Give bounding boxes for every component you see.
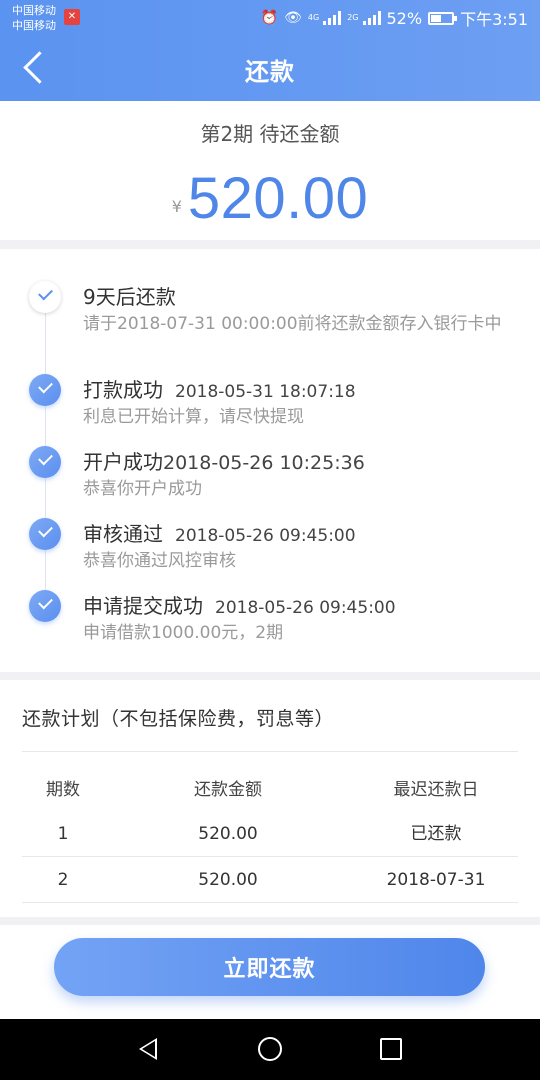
timeline-time: 2018-05-26 09:45:00 [175, 526, 356, 546]
battery-percent: 52% [386, 8, 423, 28]
network-type-1: 4G [307, 13, 320, 22]
divider [22, 902, 518, 903]
page-title: 还款 [245, 58, 295, 86]
timeline-title: 9天后还款 [83, 285, 176, 309]
signal-icon-2 [362, 11, 381, 25]
currency-symbol: ¥ [171, 197, 182, 216]
cell-due-date: 已还款 [410, 824, 462, 844]
check-icon [29, 518, 61, 550]
system-nav-bar [0, 1019, 540, 1080]
carrier-1: 中国移动 [12, 4, 56, 17]
col-due-date: 最迟还款日 [393, 780, 479, 800]
amount-row: ¥520.00 [0, 165, 540, 232]
repay-now-button[interactable]: 立即还款 [54, 938, 485, 996]
table-header: 期数 还款金额 最迟还款日 [22, 770, 518, 810]
sim-app-icon: ✕ [64, 9, 80, 25]
timeline-title-text: 开户成功 [83, 450, 163, 474]
amount-label: 第2期 待还金额 [200, 122, 340, 146]
clock: 下午3:51 [460, 10, 528, 29]
timeline-desc: 请于2018-07-31 00:00:00前将还款金额存入银行卡中 [83, 314, 502, 334]
timeline-title: 审核通过 2018-05-26 09:45:00 [83, 518, 356, 547]
col-amount: 还款金额 [194, 780, 262, 800]
network-type-2: 2G [347, 13, 359, 22]
status-indicators: ⏰ 👁 4G 2G 52% 下午3:51 [260, 8, 528, 30]
cell-due-date: 2018-07-31 [386, 870, 486, 890]
plan-title: 还款计划（不包括保险费，罚息等） [22, 708, 335, 730]
amount-card: 第2期 待还金额 ¥520.00 [0, 101, 540, 240]
table-row: 1 520.00 已还款 [22, 814, 518, 854]
timeline-title-text: 打款成功 [83, 378, 163, 402]
timeline-title-text: 申请提交成功 [83, 594, 203, 618]
check-icon [29, 590, 61, 622]
carrier-2: 中国移动 [12, 19, 56, 32]
timeline-desc: 申请借款1000.00元，2期 [83, 623, 284, 643]
timeline-title: 打款成功 2018-05-31 18:07:18 [83, 374, 356, 403]
header: 中国移动 中国移动 ✕ ⏰ 👁 4G 2G 52% 下午3:51 还款 [0, 0, 540, 101]
timeline-desc: 利息已开始计算，请尽快提现 [83, 407, 304, 427]
nav-recents-icon[interactable] [380, 1038, 402, 1060]
divider [22, 856, 518, 857]
alarm-icon: ⏰ [260, 10, 279, 26]
timeline-time: 2018-05-26 10:25:36 [163, 452, 365, 474]
app-bar: 还款 [0, 38, 540, 101]
timeline-title: 开户成功2018-05-26 10:25:36 [83, 446, 365, 475]
timeline-time: 2018-05-31 18:07:18 [175, 382, 356, 402]
table-row: 2 520.00 2018-07-31 [22, 860, 518, 900]
action-bar: 立即还款 [0, 925, 540, 1019]
amount-value: 520.00 [187, 166, 369, 231]
cell-amount: 520.00 [198, 824, 258, 844]
battery-fill [431, 14, 442, 22]
col-period: 期数 [46, 780, 80, 800]
carrier-names: 中国移动 中国移动 [12, 3, 56, 33]
timeline-title-text: 审核通过 [83, 522, 163, 546]
eye-comfort-icon: 👁 [284, 10, 302, 26]
battery-icon [428, 11, 458, 25]
cell-period: 2 [57, 870, 69, 890]
cell-amount: 520.00 [198, 870, 258, 890]
timeline-desc: 恭喜你开户成功 [83, 479, 202, 499]
repayment-plan: 还款计划（不包括保险费，罚息等） 期数 还款金额 最迟还款日 1 520.00 … [0, 680, 540, 917]
timeline-time: 2018-05-26 09:45:00 [215, 598, 396, 618]
timeline-title: 申请提交成功 2018-05-26 09:45:00 [83, 590, 396, 619]
check-icon [29, 374, 61, 406]
nav-back-icon[interactable] [139, 1038, 157, 1060]
signal-icon [323, 11, 342, 25]
pending-check-icon [29, 281, 61, 313]
nav-home-icon[interactable] [258, 1037, 282, 1061]
status-bar: 中国移动 中国移动 ✕ ⏰ 👁 4G 2G 52% 下午3:51 [0, 0, 540, 38]
progress-timeline: 9天后还款 请于2018-07-31 00:00:00前将还款金额存入银行卡中 … [0, 249, 540, 672]
divider [22, 751, 518, 752]
check-icon [29, 446, 61, 478]
cell-period: 1 [57, 824, 69, 844]
timeline-desc: 恭喜你通过风控审核 [83, 551, 236, 571]
